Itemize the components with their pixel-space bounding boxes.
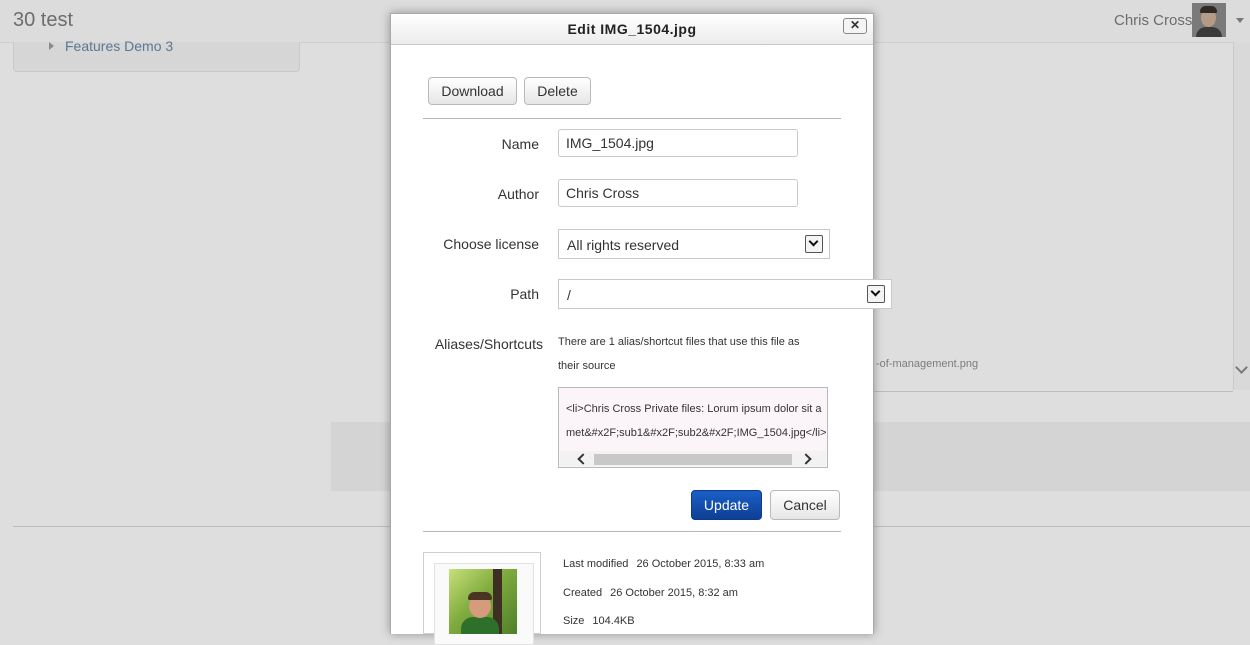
license-value: All rights reserved: [567, 237, 680, 253]
thumbnail-image: [449, 569, 517, 634]
user-menu-name[interactable]: Chris Cross: [1114, 12, 1192, 29]
divider: [873, 391, 1233, 392]
avatar[interactable]: [1192, 3, 1226, 37]
list-item: <li>Chris Cross Private files: Lorum ips…: [566, 403, 827, 439]
size-label: Size: [563, 615, 585, 627]
created-info: Created 26 October 2015, 8:32 am: [563, 587, 738, 599]
aliases-list[interactable]: <li>Chris Cross Private files: Lorum ips…: [558, 387, 828, 468]
scroll-right-icon[interactable]: [800, 453, 812, 465]
size-value: 104.4KB: [592, 615, 635, 627]
divider: [423, 118, 841, 119]
aliases-description: There are 1 alias/shortcut files that us…: [558, 336, 800, 372]
name-label: Name: [501, 136, 539, 152]
author-field[interactable]: [558, 179, 798, 207]
horizontal-scrollbar[interactable]: [560, 451, 826, 466]
license-select[interactable]: All rights reserved: [558, 229, 830, 259]
site-name[interactable]: 30 test: [13, 9, 73, 32]
size-info: Size 104.4KB: [563, 615, 635, 627]
license-label: Choose license: [443, 236, 539, 252]
user-menu-caret-icon[interactable]: [1236, 18, 1244, 23]
last-modified-value: 26 October 2015, 8:33 am: [636, 558, 765, 570]
divider: [423, 531, 841, 532]
created-value: 26 October 2015, 8:32 am: [610, 587, 738, 599]
dialog-title: Edit IMG_1504.jpg: [567, 21, 697, 37]
scroll-left-icon[interactable]: [577, 453, 589, 465]
scrollbar-thumb[interactable]: [594, 454, 792, 465]
chevron-down-icon[interactable]: [867, 285, 885, 303]
created-label: Created: [563, 587, 603, 599]
edit-file-dialog: Edit IMG_1504.jpg ✕ Download Delete Name…: [390, 13, 892, 645]
name-field[interactable]: [558, 129, 798, 157]
tree-collapse-icon[interactable]: [49, 42, 54, 50]
chevron-down-icon[interactable]: [805, 235, 823, 253]
download-button[interactable]: Download: [428, 77, 517, 105]
last-modified-info: Last modified 26 October 2015, 8:33 am: [563, 558, 764, 570]
update-button[interactable]: Update: [691, 490, 762, 520]
file-name-label[interactable]: -of-management.png: [876, 358, 978, 370]
author-label: Author: [497, 186, 539, 202]
path-value: /: [567, 287, 571, 303]
cancel-button[interactable]: Cancel: [770, 490, 840, 520]
delete-button[interactable]: Delete: [524, 77, 591, 105]
scrollbar[interactable]: [1233, 42, 1250, 390]
path-label: Path: [510, 286, 539, 302]
dialog-header: Edit IMG_1504.jpg ✕: [391, 14, 873, 45]
path-select[interactable]: /: [558, 279, 892, 309]
last-modified-label: Last modified: [563, 558, 629, 570]
nav-link-features-demo[interactable]: Features Demo 3: [65, 38, 173, 54]
close-icon[interactable]: ✕: [843, 18, 867, 34]
aliases-label: Aliases/Shortcuts: [434, 336, 543, 352]
